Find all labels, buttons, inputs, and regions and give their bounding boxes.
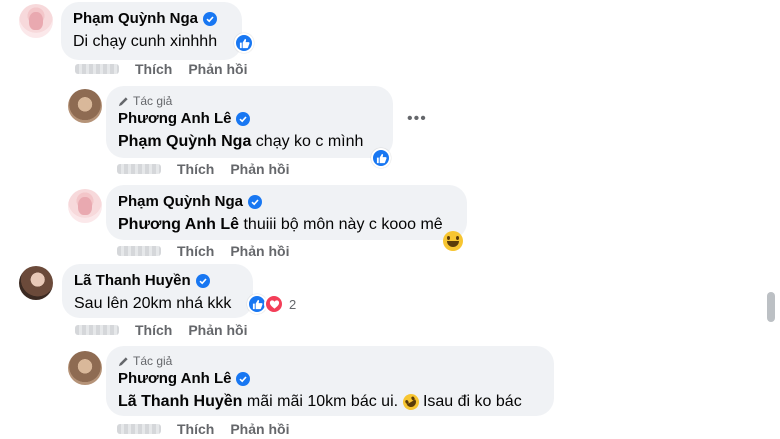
verified-badge-icon: [248, 195, 263, 209]
reply-button[interactable]: Phản hồi: [230, 421, 289, 437]
author-name[interactable]: Phạm Quỳnh Nga: [73, 10, 198, 28]
comment-text: Di chạy cunh xinhhh: [73, 33, 218, 50]
timestamp[interactable]: [117, 164, 161, 174]
like-button[interactable]: Thích: [177, 243, 214, 259]
comment-bubble: Phạm Quỳnh Nga Di chạy cunh xinhhh: [61, 2, 242, 60]
comment-text-body: thuiii bộ môn này c kooo mê: [239, 216, 443, 233]
comment-actions: Thích Phản hồi: [75, 322, 247, 338]
reply-button[interactable]: Phản hồi: [188, 61, 247, 77]
author-badge: Tác giả: [118, 94, 381, 108]
comment-author[interactable]: Phạm Quỳnh Nga: [118, 193, 455, 211]
comment-text: Phạm Quỳnh Nga chạy ko c mình: [118, 131, 381, 153]
comment-text-body: mãi mãi 10km bác ui.: [242, 393, 399, 410]
mention-link[interactable]: Phương Anh Lê: [118, 216, 239, 233]
reply-button[interactable]: Phản hồi: [230, 243, 289, 259]
timestamp[interactable]: [117, 246, 161, 256]
avatar[interactable]: [68, 189, 102, 223]
like-button[interactable]: Thích: [177, 421, 214, 437]
like-button[interactable]: Thích: [135, 322, 172, 338]
comment-text-tail: Isau đi ko bác: [418, 393, 522, 410]
comment-actions: Thích Phản hồi: [117, 161, 289, 177]
badge-label: Tác giả: [133, 354, 173, 368]
author-name[interactable]: Lã Thanh Huyền: [74, 272, 191, 290]
comment-text: Phương Anh Lê thuiii bộ môn này c kooo m…: [118, 214, 455, 236]
avatar[interactable]: [19, 4, 53, 38]
comment-bubble: Lã Thanh Huyền Sau lên 20km nhá kkk: [62, 264, 253, 318]
badge-label: Tác giả: [133, 94, 173, 108]
comment-actions: Thích Phản hồi: [117, 243, 289, 259]
mention-link[interactable]: Phạm Quỳnh Nga: [118, 133, 251, 150]
laughing-emoji-icon: [443, 231, 463, 251]
timestamp[interactable]: [75, 64, 119, 74]
comment-author[interactable]: Phương Anh Lê: [118, 370, 542, 388]
pencil-icon: [118, 96, 128, 106]
timestamp[interactable]: [117, 424, 161, 434]
comment-actions: Thích Phản hồi: [117, 421, 289, 437]
reply-button[interactable]: Phản hồi: [230, 161, 289, 177]
comment-bubble: Tác giả Phương Anh Lê Lã Thanh Huyền mãi…: [106, 346, 554, 416]
author-name[interactable]: Phương Anh Lê: [118, 110, 231, 128]
author-badge: Tác giả: [118, 354, 542, 368]
author-name[interactable]: Phương Anh Lê: [118, 370, 231, 388]
avatar[interactable]: [19, 266, 53, 300]
like-reaction-icon[interactable]: [371, 148, 391, 168]
like-button[interactable]: Thích: [177, 161, 214, 177]
comment-text: Sau lên 20km nhá kkk: [74, 295, 232, 312]
comment-bubble: Tác giả Phương Anh Lê Phạm Quỳnh Nga chạ…: [106, 86, 393, 158]
heart-reaction-icon[interactable]: [264, 294, 284, 314]
like-reaction-icon[interactable]: [234, 33, 254, 53]
comment-bubble: Phạm Quỳnh Nga Phương Anh Lê thuiii bộ m…: [106, 185, 467, 240]
comment-author[interactable]: Lã Thanh Huyền: [74, 272, 241, 290]
verified-badge-icon: [203, 12, 218, 26]
comment-text: Lã Thanh Huyền mãi mãi 10km bác ui. Isau…: [118, 390, 542, 413]
comment-actions: Thích Phản hồi: [75, 61, 247, 77]
avatar[interactable]: [68, 89, 102, 123]
scrollbar-thumb[interactable]: [767, 292, 775, 322]
comment-author[interactable]: Phương Anh Lê: [118, 110, 381, 128]
mention-link[interactable]: Lã Thanh Huyền: [118, 393, 242, 410]
timestamp[interactable]: [75, 325, 119, 335]
verified-badge-icon: [236, 372, 251, 386]
verified-badge-icon: [195, 274, 210, 288]
verified-badge-icon: [236, 112, 251, 126]
comment-text-body: chạy ko c mình: [251, 133, 364, 150]
avatar[interactable]: [68, 351, 102, 385]
reaction-count[interactable]: 2: [289, 297, 296, 312]
reply-button[interactable]: Phản hồi: [188, 322, 247, 338]
author-name[interactable]: Phạm Quỳnh Nga: [118, 193, 243, 211]
like-button[interactable]: Thích: [135, 61, 172, 77]
comment-author[interactable]: Phạm Quỳnh Nga: [73, 10, 230, 28]
pencil-icon: [118, 356, 128, 366]
more-options-icon[interactable]: •••: [407, 110, 427, 128]
